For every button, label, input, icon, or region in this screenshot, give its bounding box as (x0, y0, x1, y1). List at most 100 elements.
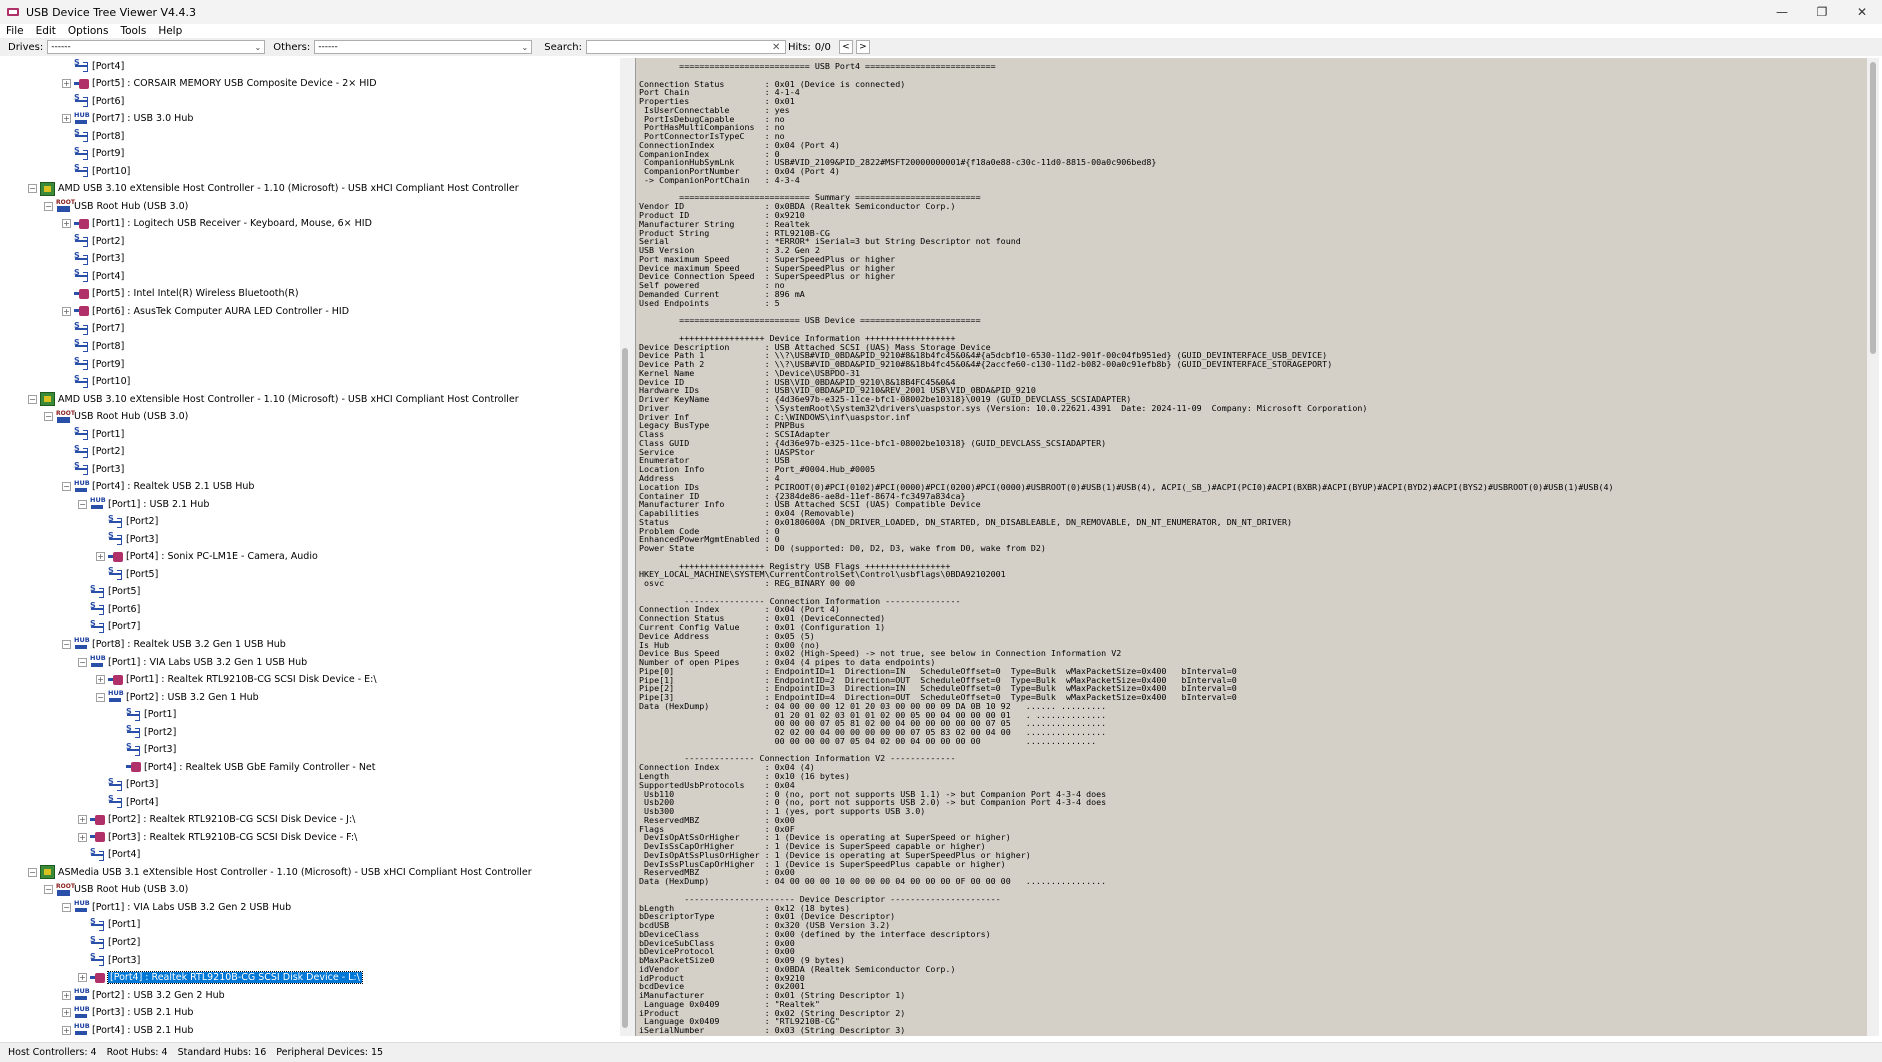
collapse-icon[interactable]: − (44, 412, 53, 422)
tree-node[interactable]: S [Port3] (78, 952, 140, 968)
expand-icon[interactable]: + (78, 973, 87, 983)
collapse-icon[interactable]: − (62, 639, 71, 649)
tree-node[interactable]: S [Port4] (62, 268, 124, 284)
tree-node[interactable]: + [Port2] : Realtek RTL9210B-CG SCSI Disk… (78, 812, 355, 828)
collapse-icon[interactable]: − (28, 184, 37, 194)
tree-node[interactable]: − ASMedia USB 3.1 eXtensible Host Control… (28, 864, 532, 880)
tree-node[interactable]: S [Port4] (62, 58, 124, 74)
tree-node[interactable]: S [Port2] (114, 724, 176, 740)
tree-node[interactable]: S [Port10] (62, 163, 130, 179)
tree-node[interactable]: S [Port3] (62, 251, 124, 267)
tree-node[interactable]: − HUB [Port1] : VIA Labs USB 3.2 Gen 1 USB… (78, 654, 307, 670)
tree-node[interactable]: S [Port3] (62, 461, 124, 477)
expand-icon[interactable]: + (78, 815, 87, 825)
tree-node[interactable]: [Port5] : Intel Intel(R) Wireless Blueto… (62, 286, 299, 302)
next-hit-button[interactable]: > (855, 40, 870, 54)
tree-node[interactable]: S [Port1] (78, 917, 140, 933)
menu-help[interactable]: Help (152, 25, 188, 37)
tree-node[interactable]: S [Port3] (96, 531, 158, 547)
tree-node[interactable]: S [Port3] (96, 777, 158, 793)
tree-node[interactable]: + [Port1] : Realtek RTL9210B-CG SCSI Disk… (96, 672, 377, 688)
tree-node[interactable]: − HUB [Port4] : Realtek USB 2.1 USB Hub (62, 479, 254, 495)
collapse-icon[interactable]: − (44, 201, 53, 211)
tree-node[interactable]: S [Port8] (62, 128, 124, 144)
tree-node[interactable]: S [Port4] (78, 847, 140, 863)
tree-scroll-thumb[interactable] (622, 348, 628, 1028)
collapse-icon[interactable]: − (28, 867, 37, 877)
tree-node[interactable]: − HUB [Port1] : VIA Labs USB 3.2 Gen 2 USB… (62, 899, 291, 915)
tree-node[interactable]: S [Port3] (114, 742, 176, 758)
tree-node[interactable]: S [Port2] (78, 935, 140, 951)
tree-node[interactable]: − ROOT USB Root Hub (USB 3.0) (44, 198, 188, 214)
collapse-icon[interactable]: − (62, 482, 71, 492)
collapse-icon[interactable]: − (44, 885, 53, 895)
expand-icon[interactable]: + (62, 1025, 71, 1035)
tree-node[interactable]: + HUB [Port7] : USB 3.0 Hub (62, 111, 193, 127)
expand-icon[interactable]: + (62, 306, 71, 316)
tree-node[interactable]: − ROOT USB Root Hub (USB 3.0) (44, 409, 188, 425)
tree-node[interactable]: S [Port5] (96, 566, 158, 582)
tree-node[interactable]: − AMD USB 3.10 eXtensible Host Controller… (28, 181, 519, 197)
tree-node[interactable]: S [Port5] (78, 584, 140, 600)
tree-node[interactable]: + [Port5] : CORSAIR MEMORY USB Composite … (62, 76, 377, 92)
tree-node[interactable]: S [Port9] (62, 356, 124, 372)
tree-node[interactable]: + [Port4] : Sonix PC-LM1E - Camera, Audio (96, 549, 318, 565)
tree-node[interactable]: + [Port3] : Realtek RTL9210B-CG SCSI Disk… (78, 829, 357, 845)
expand-icon[interactable]: + (62, 114, 71, 124)
tree-node[interactable]: − HUB [Port1] : USB 2.1 Hub (78, 496, 209, 512)
tree-node[interactable]: S [Port7] (62, 321, 124, 337)
expand-icon[interactable]: + (62, 990, 71, 1000)
tree-node[interactable]: S [Port1] (62, 426, 124, 442)
tree-node[interactable]: S [Port6] (78, 601, 140, 617)
menu-file[interactable]: File (0, 25, 30, 37)
tree-node[interactable]: + [Port6] : AsusTek Computer AURA LED Con… (62, 303, 349, 319)
tree-node[interactable]: [Port4] : Realtek USB GbE Family Control… (114, 759, 376, 775)
menu-tools[interactable]: Tools (114, 25, 152, 37)
expand-icon[interactable]: + (78, 832, 87, 842)
tree-node[interactable]: + [Port1] : Logitech USB Receiver - Keybo… (62, 216, 372, 232)
expand-icon[interactable]: + (62, 79, 71, 89)
tree-node[interactable]: − HUB [Port2] : USB 3.2 Gen 1 Hub (96, 689, 259, 705)
tree-node[interactable]: S [Port2] (96, 514, 158, 530)
expand-icon[interactable]: + (62, 219, 71, 229)
expand-icon[interactable]: + (96, 675, 105, 685)
device-tree[interactable]: S [Port4] + [Port5] : CORSAIR MEMORY USB Co… (6, 58, 628, 1036)
detail-scroll-thumb[interactable] (1870, 62, 1876, 354)
tree-node[interactable]: S [Port9] (62, 146, 124, 162)
tree-scrollbar[interactable] (620, 58, 630, 1036)
collapse-icon[interactable]: − (78, 657, 87, 667)
tree-node[interactable]: S [Port2] (62, 444, 124, 460)
tree-node[interactable]: S [Port2] (62, 233, 124, 249)
tree-node[interactable]: S [Port1] (114, 707, 176, 723)
tree-node[interactable]: + HUB [Port3] : USB 2.1 Hub (62, 1005, 193, 1021)
detail-scrollbar[interactable] (1867, 58, 1879, 1036)
others-select[interactable]: ------ ⌄ (314, 40, 533, 54)
maximize-button[interactable]: ❐ (1802, 0, 1842, 24)
prev-hit-button[interactable]: < (838, 40, 853, 54)
search-input[interactable] (585, 40, 786, 54)
tree-node[interactable]: − ROOT USB Root Hub (USB 3.0) (44, 882, 188, 898)
drives-select[interactable]: ------ ⌄ (47, 40, 266, 54)
tree-node[interactable]: S [Port8] (62, 338, 124, 354)
tree-node[interactable]: + HUB [Port2] : USB 3.2 Gen 2 Hub (62, 987, 225, 1003)
expand-icon[interactable]: + (62, 1008, 71, 1018)
close-button[interactable]: ✕ (1842, 0, 1882, 24)
tree-node[interactable]: + [Port4] : Realtek RTL9210B-CG SCSI Disk… (78, 970, 363, 986)
collapse-icon[interactable]: − (28, 394, 37, 404)
tree-node[interactable]: S [Port4] (96, 794, 158, 810)
collapse-icon[interactable]: − (62, 902, 71, 912)
menu-edit[interactable]: Edit (30, 25, 62, 37)
tree-node[interactable]: S [Port10] (62, 374, 130, 390)
collapse-icon[interactable]: − (78, 499, 87, 509)
tree-node[interactable]: − HUB [Port8] : Realtek USB 3.2 Gen 1 USB … (62, 636, 286, 652)
tree-node[interactable]: S [Port6] (62, 93, 124, 109)
tree-node[interactable]: + HUB [Port4] : USB 2.1 Hub (62, 1022, 193, 1036)
tree-node[interactable]: S [Port7] (78, 619, 140, 635)
minimize-button[interactable]: — (1762, 0, 1802, 24)
collapse-icon[interactable]: − (96, 692, 105, 702)
expand-icon[interactable]: + (96, 552, 105, 562)
menu-options[interactable]: Options (62, 25, 115, 37)
tree-node[interactable]: − AMD USB 3.10 eXtensible Host Controller… (28, 391, 519, 407)
clear-icon[interactable]: ✕ (772, 42, 782, 53)
